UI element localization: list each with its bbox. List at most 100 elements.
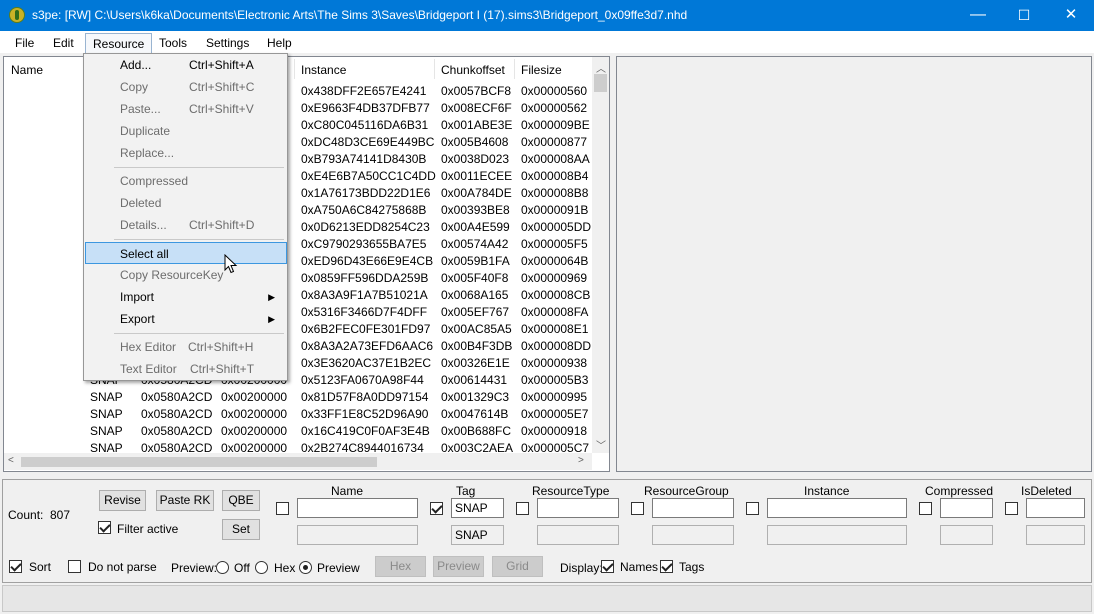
column-separator [294, 59, 295, 79]
table-cell: 0x000008E1 [521, 322, 589, 336]
column-header-instance[interactable]: Instance [301, 63, 346, 77]
table-row[interactable]: SNAP 0x0580A2CD 0x00200000 0x33FF1E8C52D96A… [0, 405, 590, 422]
do-not-parse-label: Do not parse [88, 560, 157, 574]
preview-preview-radio[interactable] [299, 561, 312, 574]
menu-item-select-all[interactable]: Select all [85, 242, 287, 264]
column-header-name[interactable]: Name [11, 63, 43, 77]
filter-header-isdeleted: IsDeleted [1021, 484, 1072, 498]
table-cell: 0x00393BE8 [441, 203, 510, 217]
scroll-up-icon[interactable]: ︿ [596, 60, 606, 75]
scroll-left-icon[interactable]: < [8, 455, 14, 466]
menu-item-copy[interactable]: Copy Ctrl+Shift+C [86, 76, 285, 98]
menu-help[interactable]: Help [260, 34, 299, 54]
menu-tools[interactable]: Tools [152, 34, 194, 54]
table-cell: 0x005B4608 [441, 135, 509, 149]
menu-item-hex-editor[interactable]: Hex Editor Ctrl+Shift+H [86, 336, 285, 358]
column-header-chunkoffset[interactable]: Chunkoffset [441, 63, 505, 77]
filter-compressed-input[interactable] [940, 498, 993, 518]
paste-rk-button[interactable]: Paste RK [156, 490, 214, 511]
menu-item-compressed[interactable]: Compressed [86, 170, 285, 192]
horizontal-scroll-thumb[interactable] [21, 457, 377, 467]
hex-button[interactable]: Hex [375, 556, 426, 577]
table-row[interactable]: SNAP 0x0580A2CD 0x00200000 0x81D57F8A0DD971… [0, 388, 590, 405]
preview-preview-label: Preview [317, 561, 360, 575]
filter-active-label: Filter active [117, 522, 179, 536]
table-cell: 0x0580A2CD [141, 407, 213, 421]
menu-item-paste[interactable]: Paste... Ctrl+Shift+V [86, 98, 285, 120]
qbe-button[interactable]: QBE [222, 490, 260, 511]
table-cell: 0x00000918 [521, 424, 588, 438]
table-row[interactable]: SNAP 0x0580A2CD 0x00200000 0x16C419C0F0AF3E… [0, 422, 590, 439]
table-cell: 0x000005E7 [521, 407, 589, 421]
sort-checkbox[interactable] [9, 560, 22, 573]
scroll-down-icon[interactable]: ﹀ [596, 437, 606, 452]
table-cell: 0x000005F5 [521, 237, 588, 251]
preview-off-label: Off [234, 561, 250, 575]
vertical-scrollbar[interactable] [592, 57, 609, 453]
table-cell: 0xE9663F4DB37DFB77 [301, 101, 430, 115]
table-cell: 0x8A3A9F1A7B51021A [301, 288, 428, 302]
vertical-scroll-thumb[interactable] [594, 74, 607, 92]
filter-resourcetype-input[interactable] [537, 498, 619, 518]
scroll-right-icon[interactable]: > [578, 455, 584, 466]
title-bar: s3pe: [RW] C:\Users\k6ka\Documents\Elect… [0, 0, 1094, 31]
menu-item-text-editor[interactable]: Text Editor Ctrl+Shift+T [86, 358, 285, 380]
menu-item-add[interactable]: Add... Ctrl+Shift+A [86, 54, 285, 76]
menu-item-export[interactable]: Export ▶ [86, 308, 285, 330]
grid-button[interactable]: Grid [492, 556, 543, 577]
table-cell: 0x0580A2CD [141, 390, 213, 404]
filter-name-input[interactable] [297, 498, 418, 518]
minimize-button[interactable]: — [955, 0, 1001, 31]
table-cell: SNAP [90, 390, 123, 404]
app-icon[interactable] [9, 7, 25, 23]
menu-item-replace[interactable]: Replace... [86, 142, 285, 164]
do-not-parse-checkbox[interactable] [68, 560, 81, 573]
menu-item-import[interactable]: Import ▶ [86, 286, 285, 308]
preview-button[interactable]: Preview [433, 556, 484, 577]
filter-instance-checkbox[interactable] [746, 502, 759, 515]
menu-item-deleted[interactable]: Deleted [86, 192, 285, 214]
table-cell: 0x00000995 [521, 390, 588, 404]
menu-item-copy-resourcekey[interactable]: Copy ResourceKey [86, 264, 285, 286]
close-button[interactable]: ✕ [1048, 0, 1094, 31]
table-cell: 0x000008FA [521, 305, 589, 319]
table-cell: 0x0057BCF8 [441, 84, 512, 98]
filter-name-checkbox[interactable] [276, 502, 289, 515]
maximize-button[interactable]: ☐ [1001, 0, 1047, 31]
menu-resource[interactable]: Resource [85, 33, 153, 55]
table-cell: 0x000009BE [521, 118, 590, 132]
table-cell: 0x001329C3 [441, 390, 510, 404]
menu-edit[interactable]: Edit [46, 34, 81, 54]
filter-tag-checkbox[interactable] [430, 502, 443, 515]
filter-active-checkbox[interactable] [98, 521, 111, 534]
display-tags-checkbox[interactable] [660, 560, 673, 573]
table-cell: 0x81D57F8A0DD97154 [301, 390, 429, 404]
table-cell: 0x005EF767 [441, 305, 510, 319]
menu-file[interactable]: File [8, 34, 41, 54]
menu-item-details[interactable]: Details... Ctrl+Shift+D [86, 214, 285, 236]
menu-settings[interactable]: Settings [199, 34, 256, 54]
current-resourcetype-field [537, 525, 619, 545]
filter-resourcegroup-input[interactable] [652, 498, 734, 518]
menu-item-duplicate[interactable]: Duplicate [86, 120, 285, 142]
table-cell: 0x00000560 [521, 84, 588, 98]
filter-tag-input[interactable]: SNAP [451, 498, 504, 518]
submenu-arrow-icon: ▶ [268, 292, 275, 302]
revise-button[interactable]: Revise [99, 490, 146, 511]
preview-off-radio[interactable] [216, 561, 229, 574]
preview-hex-radio[interactable] [255, 561, 268, 574]
display-names-checkbox[interactable] [601, 560, 614, 573]
filter-isdeleted-input[interactable] [1026, 498, 1085, 518]
table-cell: 0x00000938 [521, 356, 588, 370]
column-header-filesize[interactable]: Filesize [521, 63, 562, 77]
filter-compressed-checkbox[interactable] [919, 502, 932, 515]
set-button[interactable]: Set [222, 519, 260, 540]
filter-resourcetype-checkbox[interactable] [516, 502, 529, 515]
filter-resourcegroup-checkbox[interactable] [631, 502, 644, 515]
table-cell: 0x00326E1E [441, 356, 510, 370]
filter-isdeleted-checkbox[interactable] [1005, 502, 1018, 515]
table-cell: 0x000005B3 [521, 373, 589, 387]
filter-instance-input[interactable] [767, 498, 907, 518]
table-cell: 0x001ABE3E [441, 118, 513, 132]
current-name-field [297, 525, 418, 545]
